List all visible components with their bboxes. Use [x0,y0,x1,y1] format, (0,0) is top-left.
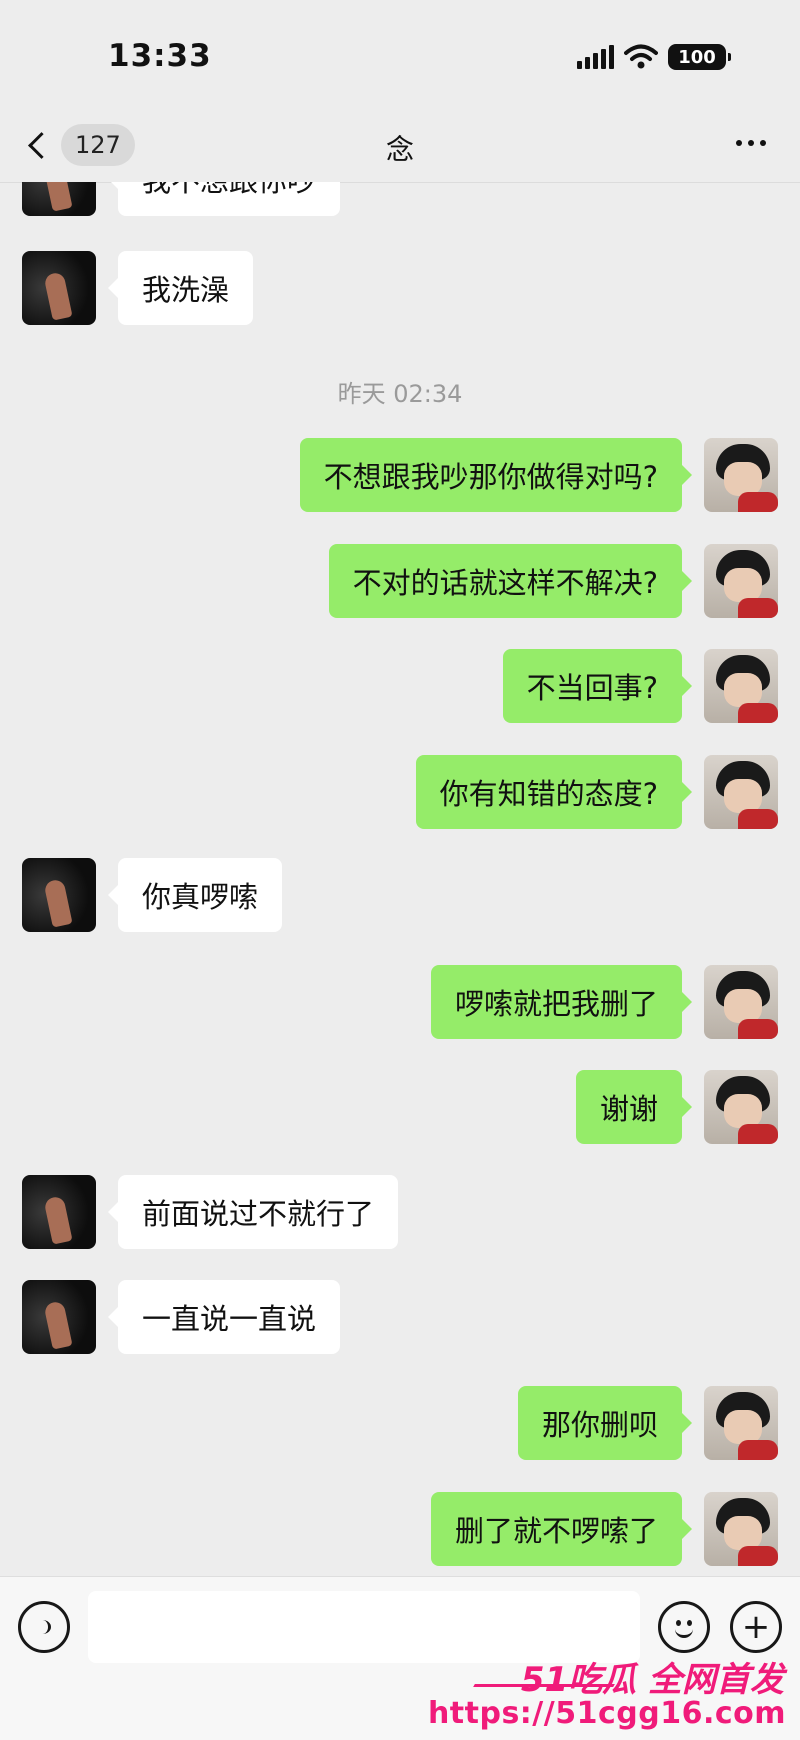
signal-icon [577,45,614,69]
my-avatar[interactable] [704,544,778,618]
contact-avatar[interactable] [22,1280,96,1354]
my-avatar[interactable] [704,649,778,723]
voice-icon[interactable] [18,1601,70,1653]
watermark-title: 51吃瓜 全网首发 [520,1660,784,1700]
battery-icon: 100 [668,44,731,70]
message-bubble[interactable]: 你真啰嗦 [107,858,283,932]
message-timestamp: 昨天 02:34 [337,380,463,408]
my-avatar[interactable] [704,438,778,512]
watermark: 51吃瓜 全网首发 https://51cgg16.com [428,1652,794,1736]
contact-avatar[interactable] [22,1175,96,1249]
contact-avatar[interactable] [22,858,96,932]
message-bubble[interactable]: 删了就不啰嗦了 [430,1492,693,1566]
message-bubble[interactable]: 啰嗦就把我删了 [430,965,693,1039]
contact-avatar[interactable] [22,182,96,216]
contact-avatar[interactable] [22,251,96,325]
chat-area: 我不想跟你吵 我洗澡 昨天 02:34 不想跟我吵那你做得对吗? 不对的话就这样… [0,182,800,1576]
message-bubble[interactable]: 那你删呗 [517,1386,693,1460]
nav-bar: 127 念 [0,110,800,183]
plus-icon[interactable]: + [730,1601,782,1653]
message-bubble[interactable]: 不当回事? [502,649,693,723]
watermark-url: https://51cgg16.com [427,1696,786,1731]
my-avatar[interactable] [704,1386,778,1460]
message-bubble[interactable]: 一直说一直说 [107,1280,341,1354]
status-icons: 100 [577,40,731,74]
message-bubble[interactable]: 谢谢 [575,1070,693,1144]
message-bubble[interactable]: 前面说过不就行了 [107,1175,399,1249]
message-bubble[interactable]: 不对的话就这样不解决? [328,544,693,618]
my-avatar[interactable] [704,755,778,829]
my-avatar[interactable] [704,1492,778,1566]
status-time: 13:33 [108,38,212,74]
status-bar: 13:33 100 [0,0,800,110]
chat-title: 念 [385,133,414,166]
emoji-icon[interactable] [658,1601,710,1653]
more-dots-icon[interactable] [736,140,766,146]
message-bubble[interactable]: 我洗澡 [107,251,254,325]
message-bubble[interactable]: 我不想跟你吵 [107,182,341,216]
wifi-icon [624,44,658,69]
message-bubble[interactable]: 你有知错的态度? [415,755,693,829]
my-avatar[interactable] [704,1070,778,1144]
message-bubble[interactable]: 不想跟我吵那你做得对吗? [299,438,693,512]
my-avatar[interactable] [704,965,778,1039]
